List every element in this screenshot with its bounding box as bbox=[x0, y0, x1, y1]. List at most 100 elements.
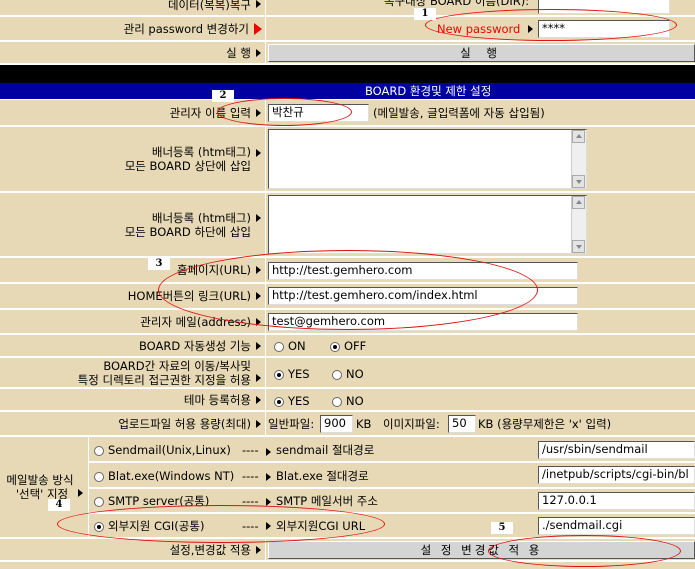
move-copy-yes-option[interactable]: YES bbox=[274, 367, 310, 381]
scroll-up-icon[interactable] bbox=[572, 196, 585, 209]
admin-email-label: 관리자 메일(address) bbox=[140, 314, 251, 329]
banner-bottom-textarea[interactable] bbox=[268, 195, 587, 254]
theme-value-cell: YES NO bbox=[266, 389, 695, 411]
radio-icon[interactable] bbox=[332, 396, 342, 407]
move-copy-label-line2: 특정 디렉토리 접근권한 지정을 허용 bbox=[77, 372, 251, 387]
mail-option-dashes: ---- bbox=[242, 519, 259, 533]
annotation-number-5: 5 bbox=[491, 522, 513, 534]
arrow-right-icon bbox=[266, 522, 271, 530]
mail-option-name: Blat.exe(Windows NT) bbox=[108, 469, 235, 483]
admin-password-label: 관리 password 변경하기 bbox=[123, 21, 249, 36]
mail-option-blat[interactable]: Blat.exe(Windows NT) bbox=[94, 469, 234, 483]
homepage-label: 홈페이지(URL) bbox=[176, 263, 251, 277]
upload-general-input[interactable]: 900 bbox=[320, 415, 353, 433]
theme-yes-option[interactable]: YES bbox=[274, 394, 310, 408]
admin-name-label-cell: 관리자 이름 입력 bbox=[0, 100, 265, 126]
radio-icon[interactable] bbox=[94, 496, 104, 507]
scroll-up-icon[interactable] bbox=[572, 130, 585, 143]
execute-button[interactable]: 실 행 bbox=[268, 44, 695, 62]
homepage-input[interactable]: http://test.gemhero.com bbox=[268, 262, 578, 280]
arrow-right-icon bbox=[266, 448, 271, 456]
mail-option-smtp[interactable]: SMTP server(공통) bbox=[94, 494, 209, 508]
radio-selected-icon[interactable] bbox=[274, 396, 284, 407]
mail-option-sendmail[interactable]: Sendmail(Unix,Linux) bbox=[94, 443, 231, 457]
upload-label: 업로드파일 허용 용량(최대) bbox=[118, 416, 251, 431]
mail-option-dashes: ---- bbox=[242, 443, 259, 457]
admin-email-input[interactable]: test@gemhero.com bbox=[268, 313, 578, 331]
auto-create-label-cell: BOARD 자동생성 기능 bbox=[0, 335, 265, 357]
auto-create-on-option[interactable]: ON bbox=[274, 339, 306, 353]
blat-path-input[interactable]: /inetpub/scripts/cgi-bin/bl bbox=[538, 466, 695, 484]
arrow-right-icon bbox=[256, 149, 261, 157]
mail-option-external-cgi[interactable]: 외부지원 CGI(공통) bbox=[94, 519, 204, 533]
arrow-right-icon bbox=[256, 342, 261, 350]
sendmail-path-input[interactable]: /usr/sbin/sendmail bbox=[538, 441, 695, 459]
radio-icon[interactable] bbox=[332, 369, 342, 380]
auto-create-off-option[interactable]: OFF bbox=[330, 339, 366, 353]
move-copy-no-option[interactable]: NO bbox=[332, 367, 364, 381]
upload-image-label: 이미지파일: bbox=[383, 417, 440, 431]
upload-label-cell: 업로드파일 허용 용량(최대) bbox=[0, 412, 265, 436]
upload-image-input[interactable]: 50 bbox=[448, 415, 476, 433]
annotation-number-1: 1 bbox=[414, 8, 436, 20]
radio-icon[interactable] bbox=[94, 471, 104, 482]
apply-label: 설정,변경값 적용 bbox=[169, 542, 251, 557]
restore-target-label: 복구대상 BOARD 이름(DIR): bbox=[384, 0, 530, 8]
banner-bottom-label-line2: 모든 BOARD 하단에 삽입 bbox=[124, 224, 251, 239]
mail-option-dashes: ---- bbox=[242, 469, 259, 483]
section-title-bar: BOARD 환경및 제한 설정 bbox=[0, 83, 695, 99]
theme-label: 테마 등록허용 bbox=[183, 392, 251, 407]
banner-top-label-line1: 배너등록 (htm태그) bbox=[151, 145, 251, 159]
banner-top-label-line2: 모든 BOARD 상단에 삽입 bbox=[124, 159, 251, 173]
mail-option-name: SMTP server(공통) bbox=[108, 494, 210, 508]
home-link-label-cell: HOME버튼의 링크(URL) bbox=[0, 284, 265, 309]
arrow-right-icon bbox=[266, 498, 271, 506]
smtp-server-input[interactable]: 127.0.0.1 bbox=[538, 492, 695, 510]
bottom-strip bbox=[0, 562, 695, 569]
admin-name-note: (메일발송, 글입력폼에 자동 삽입됨) bbox=[373, 106, 545, 120]
theme-no-option[interactable]: NO bbox=[332, 394, 364, 408]
mail-option-path-label: SMTP 메일서버 주소 bbox=[276, 494, 378, 508]
theme-label-cell: 테마 등록허용 bbox=[0, 389, 265, 411]
arrow-right-icon bbox=[256, 420, 261, 428]
scroll-down-icon[interactable] bbox=[572, 175, 585, 188]
mail-option-path-label: 외부지원CGI URL bbox=[276, 519, 366, 533]
new-password-input[interactable]: **** bbox=[538, 20, 670, 38]
arrow-right-icon bbox=[256, 214, 261, 222]
banner-top-label-cell: 배너등록 (htm태그) 모든 BOARD 상단에 삽입 bbox=[0, 127, 265, 192]
section-title: BOARD 환경및 제한 설정 bbox=[365, 84, 492, 98]
execute-label: 실 행 bbox=[226, 45, 251, 60]
home-link-input[interactable]: http://test.gemhero.com/index.html bbox=[268, 287, 578, 305]
upload-kb1-label: KB bbox=[356, 417, 372, 431]
auto-create-on-label: ON bbox=[288, 339, 306, 353]
arrow-right-icon bbox=[256, 266, 261, 274]
admin-name-label: 관리자 이름 입력 bbox=[169, 105, 251, 120]
apply-settings-button[interactable]: 설 정 변경값 적 용 bbox=[268, 541, 695, 559]
banner-top-textarea[interactable] bbox=[268, 129, 587, 189]
mail-label-line1: 메일발송 방식 bbox=[6, 473, 74, 487]
radio-selected-icon[interactable] bbox=[330, 341, 340, 352]
upload-general-label: 일반파일: bbox=[268, 417, 315, 431]
upload-kb2-label: KB (용량무제한은 'x' 입력) bbox=[478, 417, 612, 431]
annotation-number-3: 3 bbox=[148, 258, 170, 270]
mail-option-path-label: sendmail 절대경로 bbox=[276, 443, 375, 457]
annotation-number-4: 4 bbox=[48, 499, 70, 511]
banner-bottom-label-line1: 배너등록 (htm태그) bbox=[151, 210, 251, 225]
admin-name-input[interactable]: 박찬규 bbox=[268, 104, 369, 122]
mail-option-name: 외부지원 CGI(공통) bbox=[108, 519, 205, 533]
radio-selected-icon[interactable] bbox=[274, 369, 284, 380]
arrow-right-icon bbox=[528, 25, 533, 33]
radio-icon[interactable] bbox=[94, 445, 104, 456]
restore-target-input[interactable] bbox=[538, 0, 670, 14]
mail-label-cell: 메일발송 방식 '선택' 지정 bbox=[0, 437, 88, 538]
arrow-right-icon bbox=[256, 0, 261, 8]
arrow-right-icon bbox=[256, 49, 261, 57]
admin-password-label-cell: 관리 password 변경하기 bbox=[0, 17, 265, 41]
external-cgi-url-input[interactable]: ./sendmail.cgi bbox=[538, 517, 695, 535]
scrollbar[interactable] bbox=[571, 130, 586, 188]
scroll-down-icon[interactable] bbox=[572, 240, 585, 253]
radio-selected-icon[interactable] bbox=[94, 521, 104, 532]
radio-icon[interactable] bbox=[274, 341, 284, 352]
arrow-right-icon bbox=[78, 489, 83, 497]
scrollbar[interactable] bbox=[571, 196, 586, 253]
